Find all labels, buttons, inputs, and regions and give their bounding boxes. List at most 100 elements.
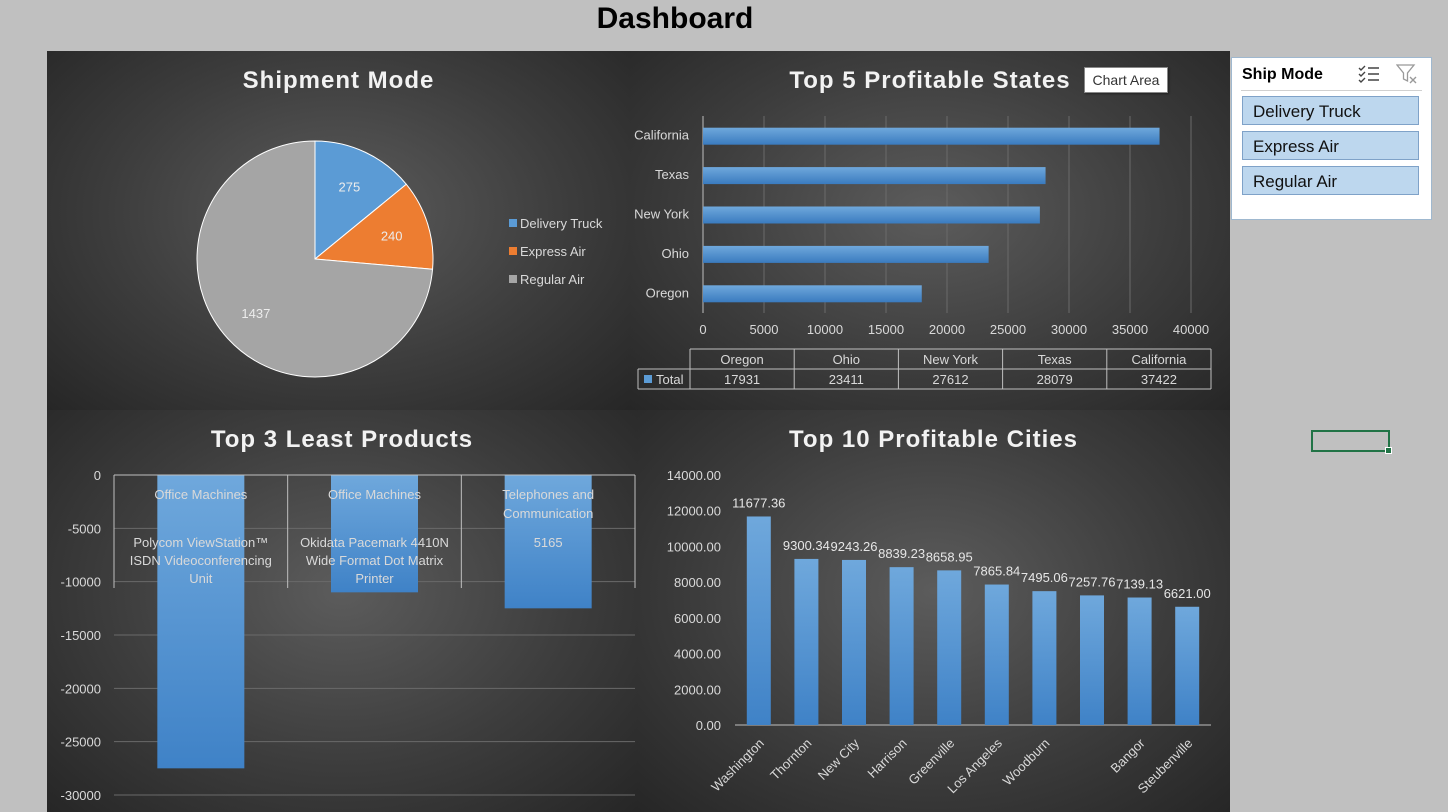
bar [1127, 597, 1152, 725]
data-label: 240 [381, 228, 403, 243]
bar [1175, 606, 1200, 725]
x-tick-label: Thornton [767, 736, 814, 783]
data-label: 1437 [241, 306, 270, 321]
legend-entry: Delivery Truck [520, 216, 603, 231]
slicer-item-express-air[interactable]: Express Air [1242, 131, 1419, 160]
col-plot: 0.00 2000.00 4000.00 6000.00 8000.00 10000.00… [667, 468, 1211, 796]
hbar-plot: 0 5000 10000 15000 20000 25000 30000 35000 40000… [634, 116, 1212, 390]
x-tick-label: Woodburn [1000, 736, 1053, 789]
bar [937, 570, 962, 725]
x-tick-label: 0 [699, 322, 706, 337]
top-states-chart[interactable]: Top 5 Profitable States 0 5000 10000 15000 2… [630, 51, 1230, 410]
table-header: New York [923, 352, 978, 367]
y-tick-label: -15000 [61, 628, 101, 643]
page-title: Dashboard [596, 2, 754, 35]
y-tick-label: -30000 [61, 788, 101, 803]
top-cities-chart[interactable]: Top 10 Profitable Cities 0.00 2000.00 4000… [637, 410, 1230, 812]
shipment-mode-chart[interactable]: Shipment Mode 275 240 1437 Delivery Truck Ex… [47, 51, 630, 410]
y-tick-label: Texas [655, 167, 689, 182]
legend-swatch [509, 275, 517, 283]
bar [703, 127, 1160, 145]
data-label: 11677.36 [732, 495, 785, 510]
bar [1080, 595, 1104, 725]
x-tick-label: 25000 [990, 322, 1026, 337]
clear-filter-icon[interactable] [1396, 64, 1418, 84]
multi-select-icon[interactable] [1358, 64, 1380, 84]
data-label: 7257.76 [1069, 574, 1116, 589]
x-tick-label: Washington [708, 736, 767, 795]
x-tick-label: 10000 [807, 322, 843, 337]
data-label: 9300.34 [783, 538, 830, 553]
data-label: 7139.13 [1116, 577, 1163, 592]
bar [703, 167, 1046, 185]
bar [984, 584, 1009, 725]
bar [842, 559, 866, 725]
x-tick-label: Harrison [864, 736, 909, 781]
pie-plot: 275 240 1437 Delivery Truck Express Air Regul… [196, 140, 603, 378]
category-label: Office Machines [154, 487, 247, 502]
ship-mode-slicer[interactable]: Ship Mode Delivery Truck Express Air Reg… [1231, 57, 1432, 220]
chart-area-tooltip: Chart Area [1084, 67, 1168, 93]
data-label: 7865.84 [973, 564, 1020, 579]
table-cell: 28079 [1037, 372, 1073, 387]
slicer-item-regular-air[interactable]: Regular Air [1242, 166, 1419, 195]
y-tick-label: Oregon [646, 285, 689, 300]
y-tick-label: 0.00 [696, 718, 721, 733]
y-tick-label: -10000 [61, 575, 101, 590]
x-tick-label: 5000 [750, 322, 779, 337]
y-tick-label: -5000 [68, 521, 101, 536]
y-tick-label: -20000 [61, 681, 101, 696]
x-tick-label: 15000 [868, 322, 904, 337]
data-label: 8658.95 [926, 549, 973, 564]
slicer-title: Ship Mode [1242, 66, 1323, 83]
legend-swatch [509, 247, 517, 255]
table-header: Texas [1038, 352, 1072, 367]
table-header: California [1131, 352, 1187, 367]
table-row-label: Total [656, 372, 684, 387]
y-tick-label: 2000.00 [674, 682, 721, 697]
bar [794, 558, 819, 725]
x-tick-label: New City [815, 735, 863, 783]
table-header: Oregon [720, 352, 763, 367]
data-label: 8839.23 [878, 546, 925, 561]
y-tick-label: 12000.00 [667, 504, 721, 519]
legend-swatch [644, 375, 652, 383]
bar [157, 475, 245, 769]
least-products-chart[interactable]: Top 3 Least Products 0 -5000 -10000 -15000-… [47, 410, 637, 812]
neg-plot: 0 -5000 -10000 -15000 -20000 -25000 -30000 Offi… [61, 468, 636, 803]
y-tick-label: 4000.00 [674, 647, 721, 662]
x-tick-label: 30000 [1051, 322, 1087, 337]
bar [703, 245, 989, 263]
selected-cell[interactable] [1311, 430, 1392, 454]
slicer-item-delivery-truck[interactable]: Delivery Truck [1242, 96, 1419, 125]
x-tick-label: 40000 [1173, 322, 1209, 337]
x-tick-label: Bangor [1107, 735, 1148, 776]
table-cell: 17931 [724, 372, 760, 387]
legend-entry: Express Air [520, 244, 586, 259]
table-cell: 27612 [932, 372, 968, 387]
data-label: 7495.06 [1021, 570, 1068, 585]
y-tick-label: New York [634, 207, 689, 222]
data-label: 275 [339, 179, 361, 194]
bar [1032, 591, 1057, 725]
data-label: 9243.26 [831, 539, 878, 554]
x-tick-label: 35000 [1112, 322, 1148, 337]
bar [889, 567, 914, 725]
table-cell: 37422 [1141, 372, 1177, 387]
legend-swatch [509, 219, 517, 227]
y-tick-label: 8000.00 [674, 575, 721, 590]
bar [703, 206, 1040, 224]
legend-entry: Regular Air [520, 272, 585, 287]
y-tick-label: 10000.00 [667, 539, 721, 554]
bar [746, 516, 771, 725]
x-tick-label: 20000 [929, 322, 965, 337]
y-tick-label: 6000.00 [674, 611, 721, 626]
y-tick-label: 14000.00 [667, 468, 721, 483]
y-tick-label: -25000 [61, 735, 101, 750]
y-tick-label: California [634, 128, 690, 143]
bar [703, 285, 922, 303]
y-tick-label: Ohio [662, 246, 689, 261]
slicer-divider [1241, 90, 1422, 91]
subcategory-label: 5165 [534, 535, 563, 550]
data-label: 6621.00 [1164, 586, 1211, 601]
